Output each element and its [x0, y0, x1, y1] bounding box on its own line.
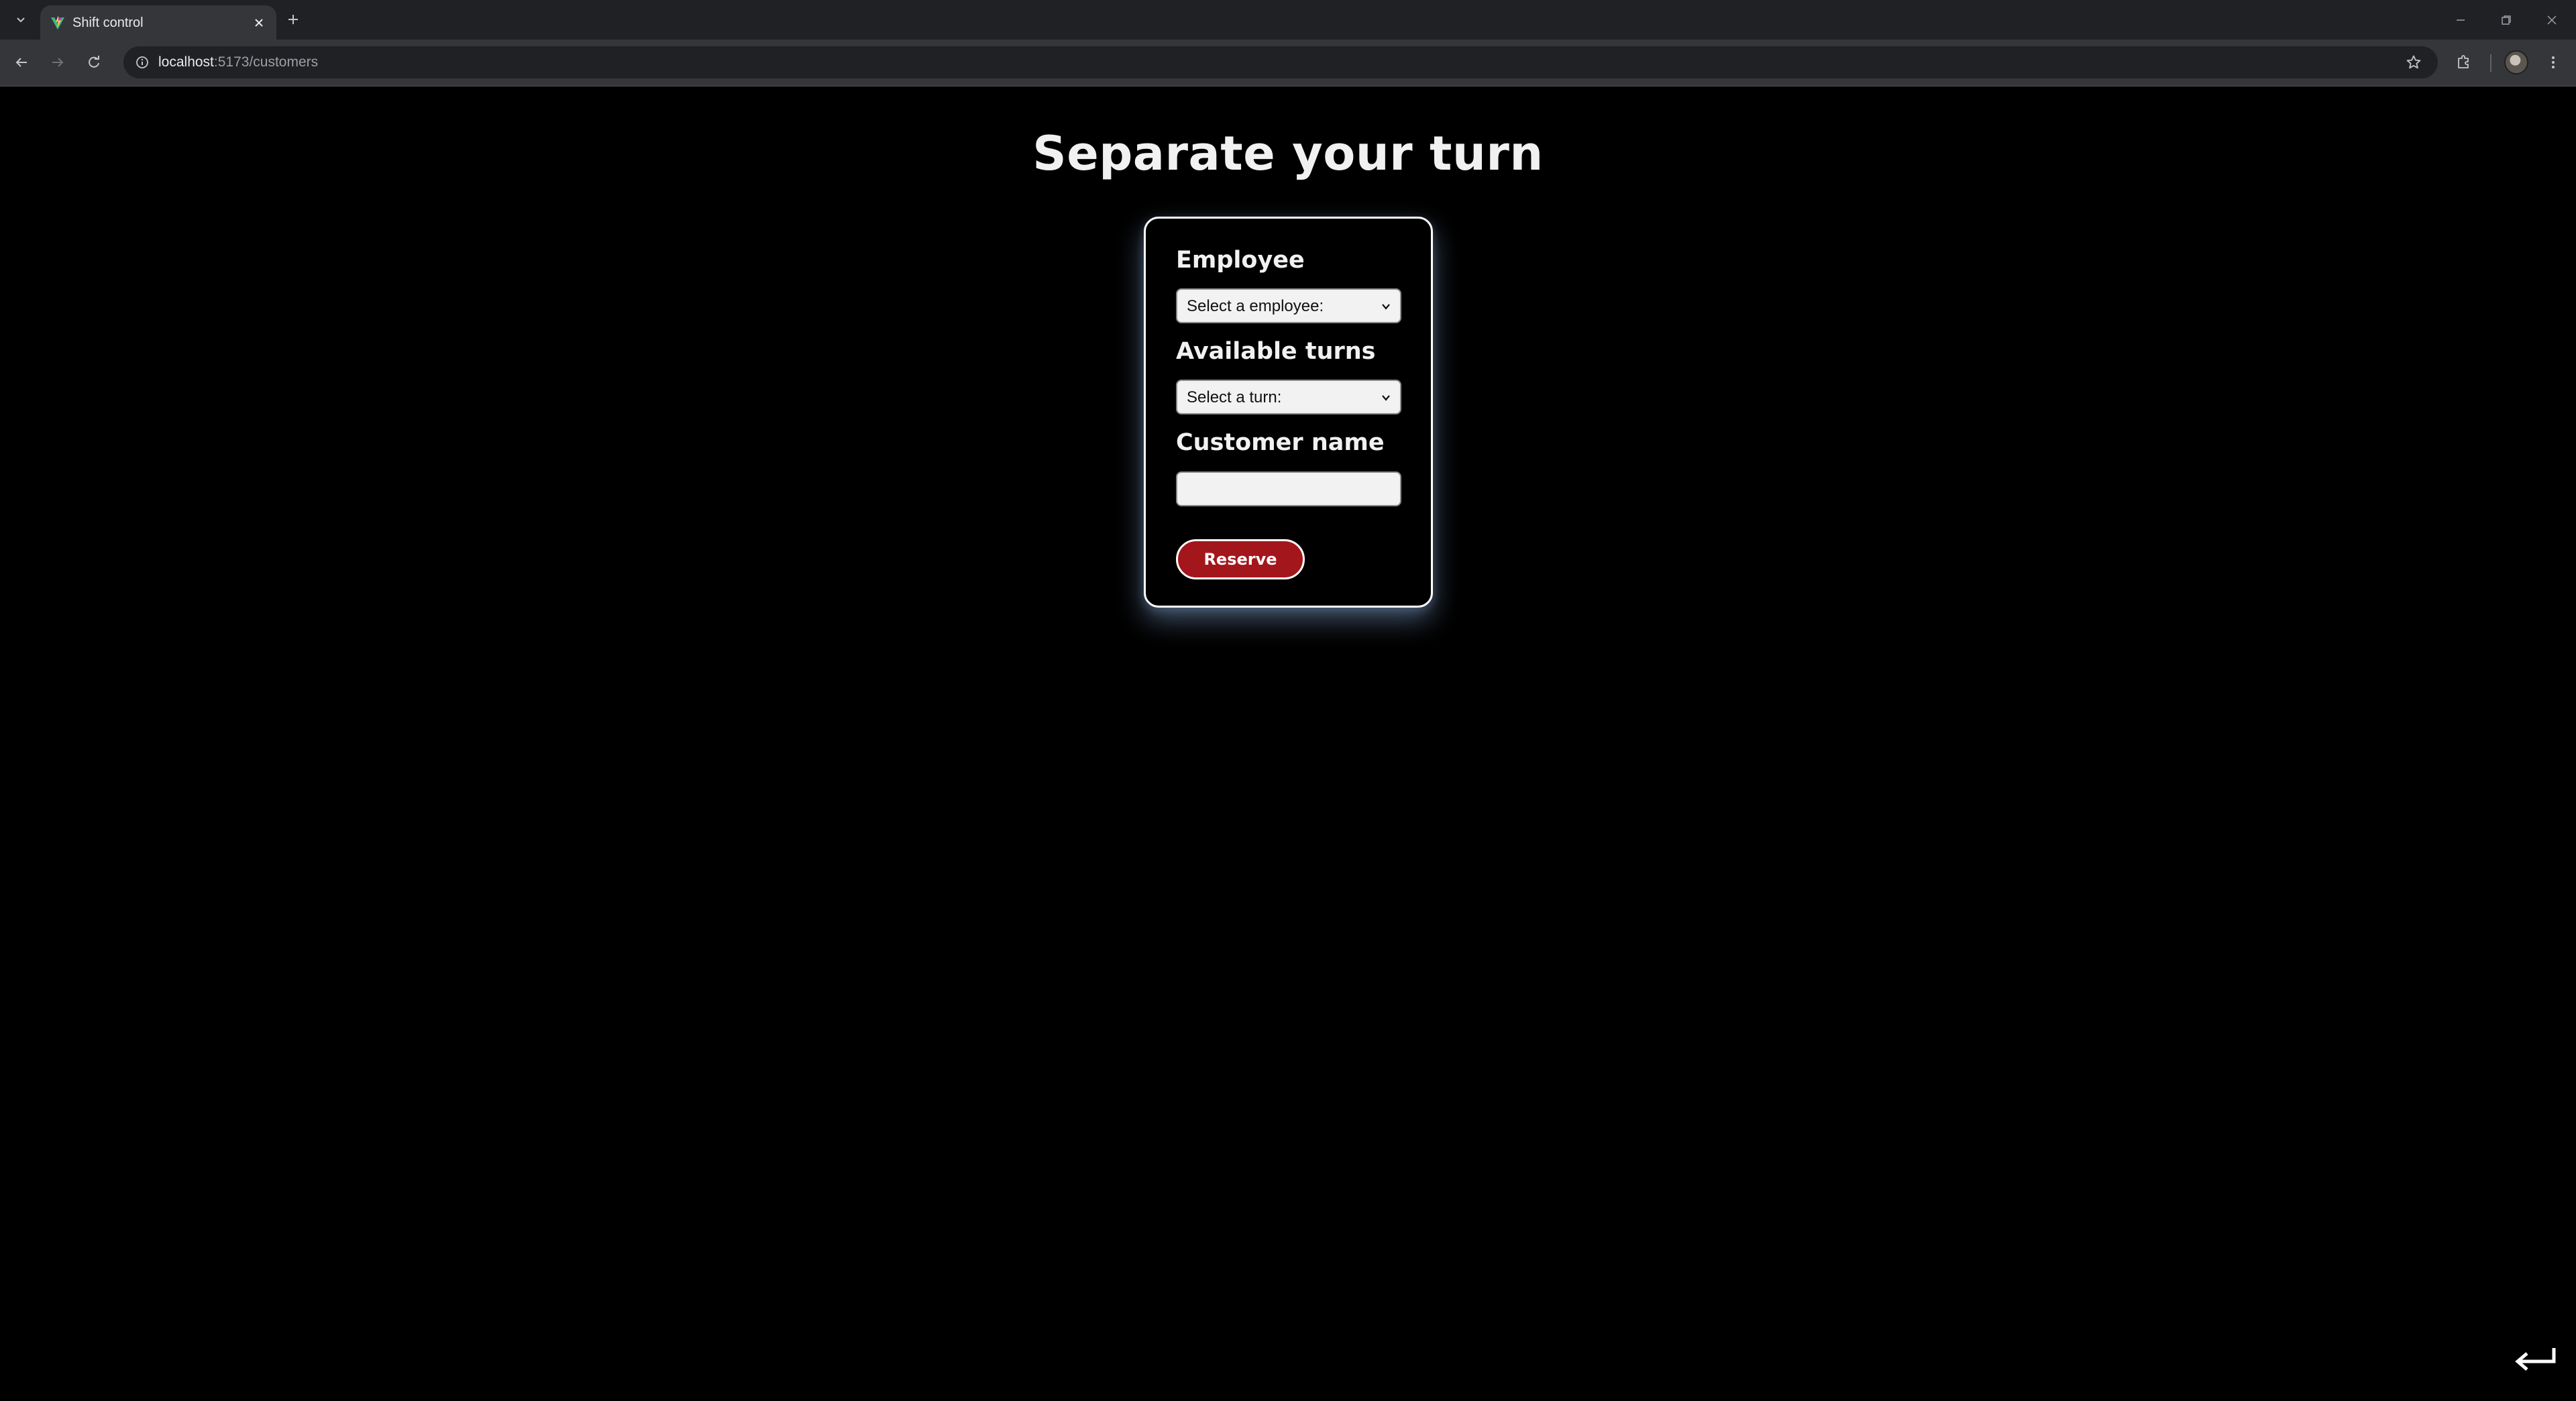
back-icon	[15, 58, 27, 67]
reload-icon	[89, 56, 99, 68]
more-icon	[2552, 56, 2555, 68]
customer-name-input[interactable]	[1176, 471, 1401, 506]
favicon-icon	[51, 15, 64, 30]
turns-label: Available turns	[1176, 338, 1376, 365]
reservation-form: Employee Select a employee: Available tu…	[1144, 217, 1433, 608]
turn-select-value: Select a turn:	[1187, 388, 1282, 406]
extensions-button[interactable]	[2450, 49, 2477, 76]
menu-button[interactable]	[2540, 49, 2567, 76]
reload-button[interactable]	[80, 49, 107, 76]
forward-button[interactable]	[44, 49, 71, 76]
chevron-down-icon	[1379, 390, 1393, 405]
restore-icon	[2502, 15, 2511, 25]
turn-select[interactable]: Select a turn:	[1176, 380, 1401, 414]
chevron-down-icon	[1379, 299, 1393, 314]
tab-close-button[interactable]	[250, 13, 268, 32]
window-close-icon	[2547, 15, 2557, 25]
address-bar[interactable]: localhost:5173/customers	[123, 46, 2438, 78]
forward-icon	[52, 58, 64, 67]
avatar[interactable]	[2504, 50, 2528, 74]
close-icon	[255, 19, 263, 27]
customer-name-label: Customer name	[1176, 429, 1385, 456]
page-content: Separate your turn Employee Select a emp…	[0, 87, 2576, 1401]
url-path: :5173/customers	[213, 54, 319, 70]
toolbar-divider	[2490, 54, 2491, 72]
page-title: Separate your turn	[1032, 126, 1544, 181]
new-tab-button[interactable]	[280, 7, 306, 32]
employee-select[interactable]: Select a employee:	[1176, 288, 1401, 323]
restore-button[interactable]	[2483, 0, 2529, 40]
site-info-button[interactable]	[131, 52, 153, 73]
enter-icon[interactable]	[2512, 1345, 2561, 1375]
url-host: localhost	[158, 54, 214, 70]
tab-list-icon	[17, 17, 25, 23]
employee-select-value: Select a employee:	[1187, 297, 1324, 315]
url-text: localhost:5173/customers	[158, 54, 318, 70]
tab-list-button[interactable]	[8, 7, 34, 32]
minimize-button[interactable]	[2438, 0, 2483, 40]
window-close-button[interactable]	[2529, 0, 2575, 40]
browser-tab-bar: Shift control	[0, 0, 2576, 40]
browser-toolbar: localhost:5173/customers	[0, 40, 2576, 87]
reserve-button[interactable]: Reserve	[1176, 539, 1305, 579]
site-info-icon	[136, 56, 148, 68]
star-icon	[2406, 55, 2421, 69]
browser-tab[interactable]: Shift control	[40, 5, 276, 40]
tab-title: Shift control	[72, 15, 144, 30]
plus-icon	[288, 15, 298, 24]
extensions-icon	[2458, 55, 2469, 68]
minimize-icon	[2457, 19, 2465, 21]
bookmark-button[interactable]	[2402, 50, 2426, 74]
back-button[interactable]	[8, 49, 35, 76]
employee-label: Employee	[1176, 247, 1305, 274]
